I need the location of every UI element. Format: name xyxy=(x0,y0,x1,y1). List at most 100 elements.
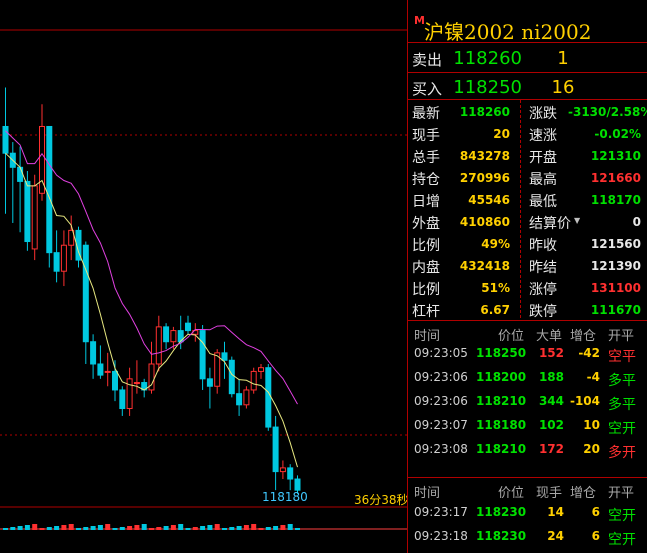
stat-label: 结算价 xyxy=(529,216,571,232)
stat-row: 外盘 410860 结算价 0 xyxy=(408,210,647,232)
volume-bar xyxy=(90,526,96,530)
stat-value: 270996 xyxy=(459,171,510,185)
tick-volume: 24 xyxy=(547,529,564,543)
candle-body xyxy=(250,370,257,391)
tick-row[interactable]: 09:23:06 118210 344 -104 多平 xyxy=(408,389,647,413)
stat-label: 最低 xyxy=(529,194,557,210)
volume-bar xyxy=(68,524,74,530)
ticks-header: 时间 价位 大单 增仓 开平 xyxy=(414,329,635,344)
volume-bar xyxy=(222,528,227,530)
volume-bar xyxy=(32,524,38,530)
instrument-header[interactable]: M 沪镍2002 ni2002 xyxy=(408,10,647,44)
tick-position: 6 xyxy=(591,505,600,519)
candle-body xyxy=(185,322,191,332)
stat-label: 杠杆 xyxy=(412,304,440,320)
last-price-label: 118180 xyxy=(262,490,308,504)
stat-label: 速涨 xyxy=(529,128,557,144)
sell-volume: 1 xyxy=(557,48,569,69)
tick-row[interactable]: 09:23:07 118180 102 10 空开 xyxy=(408,413,647,437)
stat-label: 最新 xyxy=(412,106,440,122)
tick-price: 118180 xyxy=(476,418,527,432)
candle-body xyxy=(2,125,9,154)
volume-bar xyxy=(265,527,271,530)
candle-body xyxy=(279,467,286,473)
tick-volume: 188 xyxy=(538,370,564,384)
stat-row: 日增 45546 最低 118170 xyxy=(408,188,647,210)
candle-body xyxy=(90,341,97,365)
candle-body xyxy=(53,252,60,272)
stat-label: 比例 xyxy=(412,282,440,298)
quote-panel: M 沪镍2002 ni2002 卖出 118260 1 买入 118250 16… xyxy=(407,0,647,553)
tick-time: 09:23:18 xyxy=(414,529,468,543)
tick-time: 09:23:17 xyxy=(414,505,468,519)
tick-type: 空开 xyxy=(608,421,636,437)
stat-label: 现手 xyxy=(412,128,440,144)
candle-body xyxy=(39,125,45,194)
volume-bar xyxy=(39,528,45,530)
tick-position: 6 xyxy=(591,529,600,543)
volume-bar xyxy=(214,524,220,530)
volume-bar xyxy=(229,527,235,530)
tick-price: 118230 xyxy=(476,505,527,519)
stat-label: 日增 xyxy=(412,194,440,210)
tick-type: 空开 xyxy=(608,532,636,548)
volume-bar xyxy=(207,525,213,530)
countdown-label: 36分38秒 xyxy=(354,493,409,507)
stat-row: 总手 843278 开盘 121310 xyxy=(408,144,647,166)
stat-value: 410860 xyxy=(459,215,510,229)
volume-bar xyxy=(156,527,162,530)
candle-body xyxy=(133,382,140,385)
stat-label: 昨结 xyxy=(529,260,557,276)
tick-row[interactable]: 09:23:08 118210 172 20 多开 xyxy=(408,437,647,461)
tick-row[interactable]: 09:23:18 118230 24 6 空开 xyxy=(408,524,647,548)
candle-body xyxy=(206,378,213,387)
candle-body xyxy=(265,367,272,428)
tick-position: -104 xyxy=(569,394,600,408)
stat-value: 49% xyxy=(481,237,510,251)
candle-body xyxy=(170,330,177,343)
candle-body xyxy=(243,389,250,406)
stat-row: 内盘 432418 昨结 121390 xyxy=(408,254,647,276)
stat-label: 总手 xyxy=(412,150,440,166)
stat-value: 131100 xyxy=(590,281,641,295)
volume-bar xyxy=(54,526,60,530)
volume-bar xyxy=(127,526,133,530)
tick-type: 多开 xyxy=(608,445,636,461)
tick-type: 空开 xyxy=(608,508,636,524)
candle-body xyxy=(24,180,31,243)
stat-value: 118260 xyxy=(459,105,510,119)
candle-body xyxy=(163,326,170,343)
tick-volume: 172 xyxy=(538,442,564,456)
buy-label: 买入 xyxy=(412,80,443,98)
volume-bar xyxy=(119,527,125,530)
tick-price: 118210 xyxy=(476,394,527,408)
stat-value: 6.67 xyxy=(480,303,510,317)
volume-bar xyxy=(185,528,191,530)
candle-body xyxy=(258,367,264,372)
volume-bar xyxy=(251,524,257,530)
tick-time: 09:23:05 xyxy=(414,346,468,360)
tick-price: 118200 xyxy=(476,370,527,384)
tick-price: 118210 xyxy=(476,442,527,456)
volume-bar xyxy=(3,528,8,530)
candle-body xyxy=(119,389,126,410)
tick-row[interactable]: 09:23:06 118200 188 -4 多平 xyxy=(408,365,647,389)
kline-chart[interactable] xyxy=(0,0,407,553)
stat-value: -0.02% xyxy=(594,127,641,141)
stat-label: 跌停 xyxy=(529,304,557,320)
stat-label: 昨收 xyxy=(529,238,557,254)
candle-body xyxy=(199,330,206,380)
volume-bar xyxy=(46,527,52,530)
volume-bar xyxy=(24,525,30,530)
caret-down-icon[interactable]: ▼ xyxy=(574,216,580,225)
candle-body xyxy=(155,326,162,365)
stat-value: 843278 xyxy=(459,149,510,163)
candle-body xyxy=(126,378,133,410)
sell-quote[interactable]: 卖出 118260 1 xyxy=(408,44,647,74)
tick-row[interactable]: 09:23:05 118250 152 -42 空平 xyxy=(408,341,647,365)
candle-body xyxy=(272,426,279,473)
volume-bar xyxy=(295,528,300,530)
tick-time: 09:23:06 xyxy=(414,370,468,384)
tick-position: -42 xyxy=(578,346,600,360)
tick-row[interactable]: 09:23:17 118230 14 6 空开 xyxy=(408,500,647,524)
